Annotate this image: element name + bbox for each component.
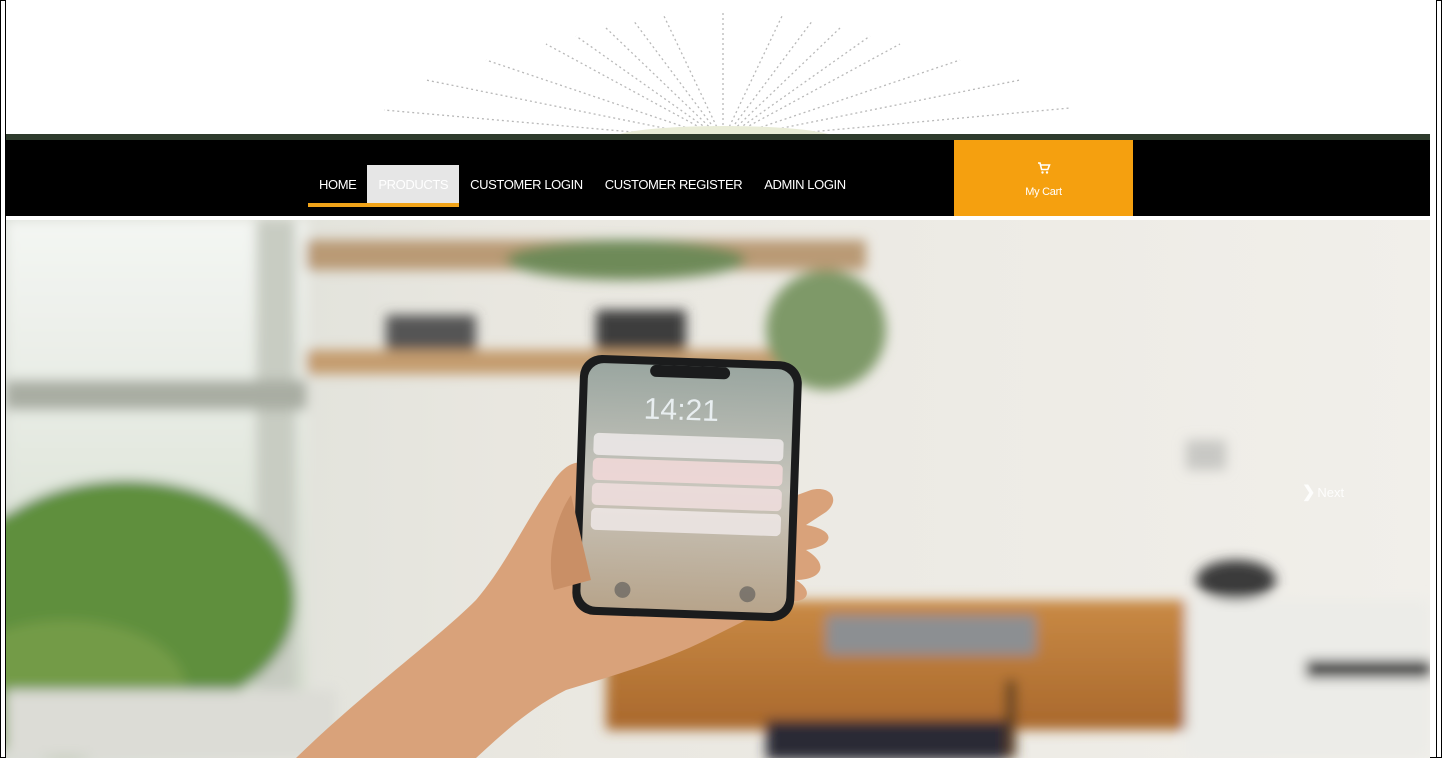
next-label: Next xyxy=(1317,484,1345,500)
nav-menu: HOME PRODUCTS CUSTOMER LOGIN CUSTOMER RE… xyxy=(308,165,857,207)
main-navbar: HOME PRODUCTS CUSTOMER LOGIN CUSTOMER RE… xyxy=(6,140,1430,216)
hero-image: 14:21 xyxy=(6,220,1430,758)
chevron-right-icon: ❯ xyxy=(1302,484,1316,501)
carousel-next-button[interactable]: ❯ Next xyxy=(1302,482,1344,502)
nav-customer-login[interactable]: CUSTOMER LOGIN xyxy=(459,165,594,203)
shopping-cart-icon xyxy=(1037,161,1051,177)
my-cart-button[interactable]: My Cart xyxy=(954,140,1133,216)
nav-customer-register[interactable]: CUSTOMER REGISTER xyxy=(594,165,753,203)
phone-time-text: 14:21 xyxy=(643,392,719,428)
nav-products[interactable]: PRODUCTS xyxy=(367,165,460,207)
cart-label: My Cart xyxy=(1025,185,1062,198)
sunburst-logo-graphic xyxy=(383,10,1071,136)
hero-carousel: 14:21 ❯ Next xyxy=(6,220,1430,758)
header-banner xyxy=(6,0,1436,136)
right-border xyxy=(1436,0,1437,758)
nav-home[interactable]: HOME xyxy=(308,165,368,207)
nav-admin-login[interactable]: ADMIN LOGIN xyxy=(753,165,857,203)
